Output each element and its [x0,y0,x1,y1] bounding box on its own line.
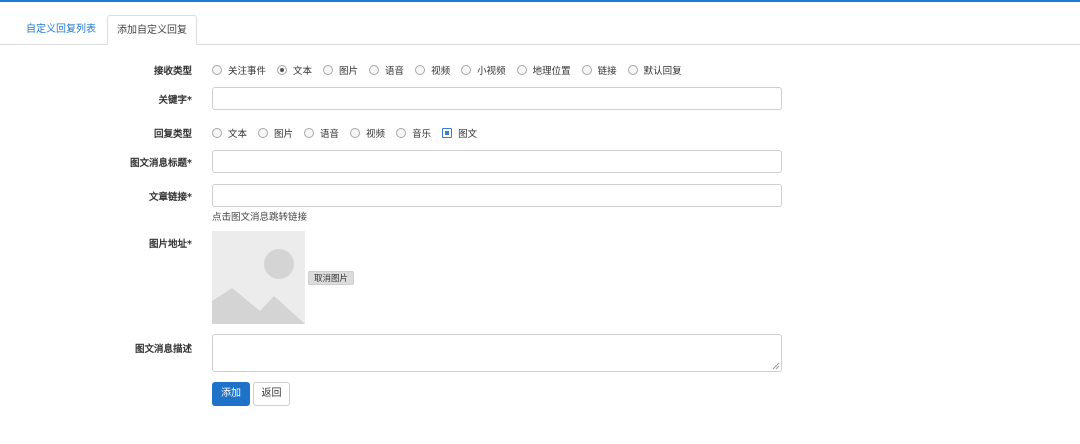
receive-type-option[interactable]: 默认回复 [627,63,682,77]
tab-reply-list[interactable]: 自定义回复列表 [15,15,107,44]
radio-button-checked[interactable] [277,65,288,75]
reply-type-option[interactable]: 视频 [350,126,385,140]
receive-type-option[interactable]: 链接 [581,63,617,77]
radio-button[interactable] [258,128,269,138]
reply-type-option[interactable]: 图文 [442,126,477,140]
news-title-label: 图文消息标题* [130,158,192,169]
radio-button[interactable] [516,65,527,75]
tab-add-reply[interactable]: 添加自定义回复 [107,15,197,45]
radio-button[interactable] [369,65,380,75]
article-link-help-text: 点击图文消息跳转链接 [212,212,308,223]
image-placeholder[interactable] [212,231,305,324]
receive-type-option[interactable]: 文本 [277,63,312,77]
resize-grip-icon[interactable] [772,362,780,370]
back-button[interactable]: 返回 [253,382,290,406]
reply-type-option[interactable]: 图片 [258,126,293,140]
radio-button-checked[interactable] [442,128,453,138]
news-desc-label: 图文消息描述 [134,344,192,355]
reply-type-option[interactable]: 文本 [212,126,247,140]
tab-bar: 自定义回复列表 添加自定义回复 [0,2,1080,45]
radio-button[interactable] [350,128,361,138]
radio-button[interactable] [304,128,315,138]
article-link-input[interactable] [212,184,782,207]
receive-type-option[interactable]: 视频 [415,63,450,77]
add-button[interactable]: 添加 [212,382,250,406]
keyword-label: 关键字* [158,95,192,106]
receive-type-option[interactable]: 图片 [323,63,358,77]
radio-button[interactable] [415,65,426,75]
receive-type-option[interactable]: 语音 [369,63,404,77]
image-url-label: 图片地址* [149,239,192,250]
radio-button[interactable] [461,65,472,75]
news-title-input[interactable] [212,150,782,173]
news-desc-textarea[interactable] [212,334,782,372]
keyword-input[interactable] [212,87,782,110]
image-placeholder-icon [212,231,305,324]
article-link-label: 文章链接* [149,192,192,203]
reply-type-option[interactable]: 语音 [304,126,339,140]
receive-type-radio-group: 关注事件 文本 图片 语音 视频 小视频 地理位置 链接 默认回复 [212,63,693,77]
radio-button[interactable] [396,128,407,138]
receive-type-option[interactable]: 小视频 [461,63,506,77]
radio-button[interactable] [212,65,222,75]
receive-type-option[interactable]: 地理位置 [516,63,571,77]
receive-type-label: 接收类型 [153,66,192,77]
reply-type-option[interactable]: 音乐 [396,126,431,140]
receive-type-option[interactable]: 关注事件 [212,63,266,77]
reply-type-radio-group: 文本 图片 语音 视频 音乐 图文 [212,126,488,140]
radio-button[interactable] [581,65,592,75]
cancel-image-button[interactable]: 取消图片 [308,271,354,285]
radio-button[interactable] [212,128,222,138]
radio-button[interactable] [323,65,334,75]
radio-button[interactable] [627,65,638,75]
reply-type-label: 回复类型 [153,129,192,140]
